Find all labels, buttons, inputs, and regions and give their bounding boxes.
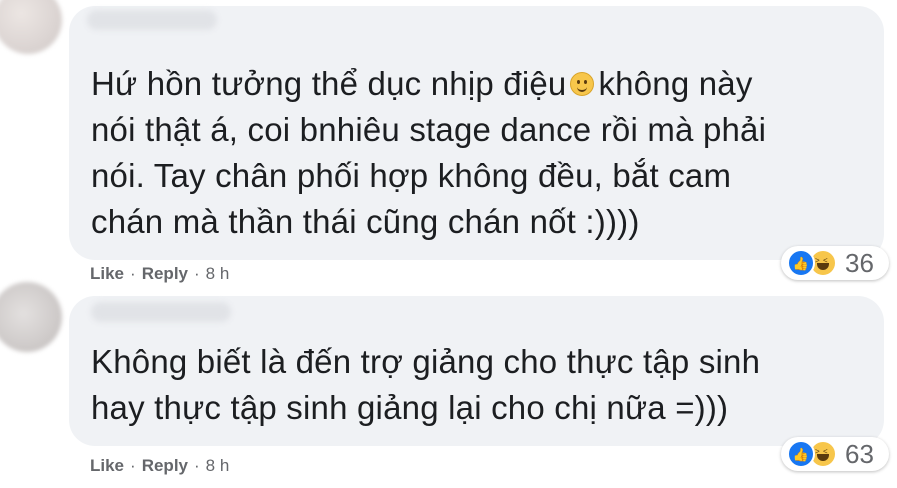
reply-link[interactable]: Reply [142, 264, 188, 284]
comment-bubble: Không biết là đến trợ giảng cho thực tập… [69, 296, 884, 446]
reaction-count: 36 [845, 247, 874, 278]
like-icon: 👍 [787, 440, 815, 468]
reaction-summary[interactable]: 👍 > < 36 [781, 246, 889, 280]
timestamp-link[interactable]: 8 h [206, 456, 230, 476]
comment-text-line1b: không này [598, 65, 753, 102]
reaction-summary[interactable]: 👍 > < 63 [781, 437, 889, 471]
comment-text: Không biết là đến trợ giảng cho thực tập… [91, 343, 761, 426]
comment-thread: Hứ hồn tưởng thể dục nhịp điệu không này … [0, 0, 897, 488]
comment-text-rest: nói thật á, coi bnhiêu stage dance rồi m… [91, 111, 767, 240]
avatar[interactable] [0, 0, 62, 54]
separator: · [194, 264, 200, 283]
separator: · [194, 456, 200, 475]
separator: · [130, 456, 136, 475]
like-link[interactable]: Like [90, 456, 124, 476]
author-name-blurred[interactable] [91, 302, 231, 322]
comment-actions: Like · Reply · 8 h [90, 456, 229, 476]
separator: · [130, 264, 136, 283]
comment-bubble: Hứ hồn tưởng thể dục nhịp điệu không này … [69, 6, 884, 260]
slightly-smiling-face-icon [570, 72, 595, 97]
like-link[interactable]: Like [90, 264, 124, 284]
comment-actions: Like · Reply · 8 h [90, 264, 229, 284]
reply-link[interactable]: Reply [142, 456, 188, 476]
avatar[interactable] [0, 282, 62, 352]
author-name-blurred[interactable] [87, 10, 217, 30]
reaction-count: 63 [845, 438, 874, 469]
comment-text-line1a: Hứ hồn tưởng thể dục nhịp điệu [91, 65, 567, 102]
timestamp-link[interactable]: 8 h [206, 264, 230, 284]
comment-text: Hứ hồn tưởng thể dục nhịp điệu không này … [91, 61, 871, 245]
like-icon: 👍 [787, 249, 815, 277]
